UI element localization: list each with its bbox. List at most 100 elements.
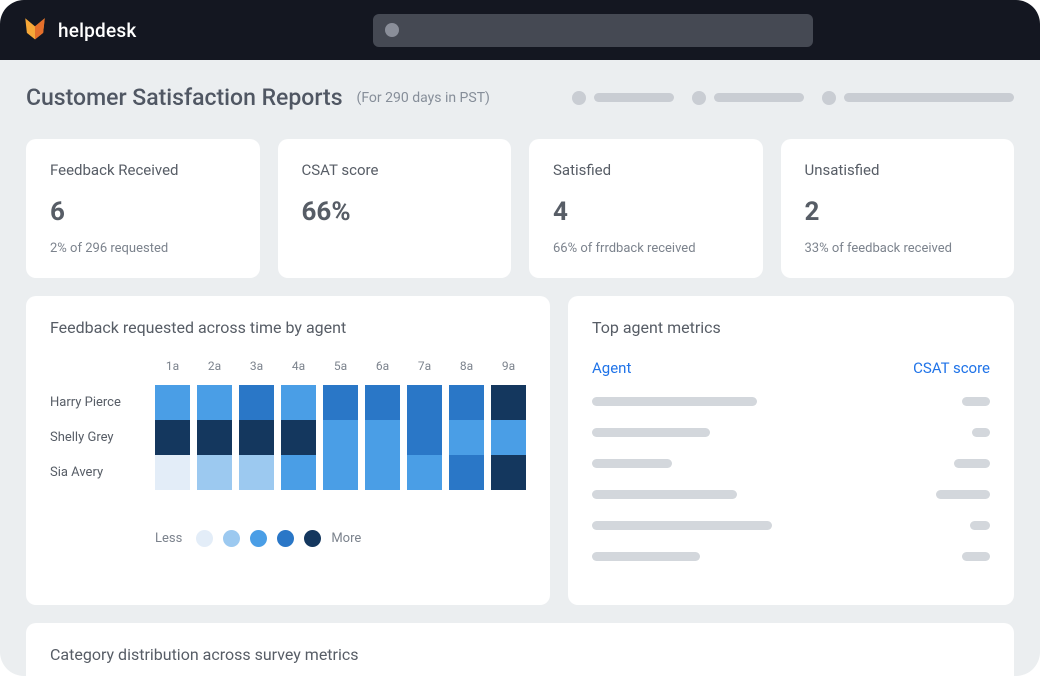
heatmap-col-label: 8a	[449, 359, 484, 373]
panel-title: Category distribution across survey metr…	[50, 645, 990, 664]
placeholder-bar	[714, 93, 804, 102]
heatmap-header: 1a2a3a4a5a6a7a8a9a	[155, 359, 526, 373]
heatmap-cell	[281, 420, 316, 455]
heatmap-row: Shelly Grey	[50, 420, 526, 455]
topbar: helpdesk	[0, 0, 1040, 60]
heatmap-cell	[155, 385, 190, 420]
kpi-card-csat-score: CSAT score 66%	[278, 139, 512, 278]
header-filters-placeholder	[572, 91, 1014, 105]
heatmap-cell	[281, 455, 316, 490]
heatmap-cell	[323, 420, 358, 455]
heatmap-cell	[365, 455, 400, 490]
agent-name-placeholder	[592, 459, 672, 468]
kpi-value: 6	[50, 197, 236, 227]
kpi-value: 4	[553, 197, 739, 227]
heatmap-cell	[491, 455, 526, 490]
kpi-title: CSAT score	[302, 161, 488, 179]
page-title: Customer Satisfaction Reports	[26, 84, 343, 111]
kpi-card-feedback-received: Feedback Received 6 2% of 296 requested	[26, 139, 260, 278]
heatmap-card: Feedback requested across time by agent …	[26, 296, 550, 605]
placeholder-bar	[594, 93, 674, 102]
kpi-title: Feedback Received	[50, 161, 236, 179]
panel-title: Top agent metrics	[592, 318, 990, 337]
heatmap-col-label: 2a	[197, 359, 232, 373]
heatmap-legend: Less More	[155, 530, 526, 547]
filter-item[interactable]	[822, 91, 1014, 105]
heatmap-cell	[239, 385, 274, 420]
heatmap-cell	[239, 455, 274, 490]
agent-score-placeholder	[970, 521, 990, 530]
column-csat-score[interactable]: CSAT score	[913, 359, 990, 377]
top-agent-row	[592, 552, 990, 561]
heatmap-col-label: 7a	[407, 359, 442, 373]
top-agents-card: Top agent metrics Agent CSAT score	[568, 296, 1014, 605]
panel-title: Feedback requested across time by agent	[50, 318, 526, 337]
kpi-title: Satisfied	[553, 161, 739, 179]
heatmap-cell	[239, 420, 274, 455]
kpi-sub: 2% of 296 requested	[50, 241, 236, 256]
heatmap-col-label: 5a	[323, 359, 358, 373]
top-agent-row	[592, 428, 990, 437]
heatmap-col-label: 9a	[491, 359, 526, 373]
heatmap-body: Harry Pierce Shelly Grey Sia Avery	[50, 385, 526, 490]
legend-dot	[223, 530, 240, 547]
top-agents-body	[592, 397, 990, 561]
heatmap-chart: 1a2a3a4a5a6a7a8a9a Harry PierceShelly Gr…	[50, 359, 526, 547]
heatmap-cell	[155, 455, 190, 490]
panels-row: Feedback requested across time by agent …	[26, 296, 1014, 605]
heatmap-row: Sia Avery	[50, 455, 526, 490]
legend-dot	[304, 530, 321, 547]
legend-dot	[196, 530, 213, 547]
fox-logo-icon	[22, 15, 48, 45]
app-shell: helpdesk Customer Satisfaction Reports (…	[0, 0, 1040, 676]
agent-name-placeholder	[592, 552, 700, 561]
legend-more: More	[331, 531, 361, 546]
heatmap-cell	[155, 420, 190, 455]
heatmap-cell	[491, 420, 526, 455]
search-icon	[385, 23, 399, 37]
legend-dot	[277, 530, 294, 547]
agent-score-placeholder	[954, 459, 990, 468]
brand[interactable]: helpdesk	[22, 15, 136, 45]
search-input[interactable]	[373, 14, 813, 47]
heatmap-cell	[281, 385, 316, 420]
agent-name-placeholder	[592, 428, 710, 437]
heatmap-cell	[365, 420, 400, 455]
legend-dot	[250, 530, 267, 547]
kpi-sub: 33% of feedback received	[805, 241, 991, 256]
page-content: Customer Satisfaction Reports (For 290 d…	[0, 60, 1040, 676]
placeholder-dot	[572, 91, 586, 105]
kpi-card-unsatisfied: Unsatisfied 2 33% of feedback received	[781, 139, 1015, 278]
placeholder-dot	[692, 91, 706, 105]
placeholder-dot	[822, 91, 836, 105]
heatmap-agent-label: Harry Pierce	[50, 395, 148, 410]
heatmap-col-label: 3a	[239, 359, 274, 373]
top-agent-row	[592, 521, 990, 530]
heatmap-row: Harry Pierce	[50, 385, 526, 420]
filter-item[interactable]	[572, 91, 674, 105]
heatmap-agent-label: Sia Avery	[50, 465, 148, 480]
agent-name-placeholder	[592, 490, 737, 499]
legend-less: Less	[155, 531, 182, 546]
heatmap-cell	[407, 455, 442, 490]
page-header: Customer Satisfaction Reports (For 290 d…	[26, 84, 1014, 111]
heatmap-cell	[197, 455, 232, 490]
kpi-value: 66%	[302, 197, 488, 227]
top-agent-row	[592, 490, 990, 499]
filter-item[interactable]	[692, 91, 804, 105]
heatmap-cell	[449, 385, 484, 420]
heatmap-cell	[407, 385, 442, 420]
agent-score-placeholder	[972, 428, 990, 437]
heatmap-cell	[323, 455, 358, 490]
kpi-title: Unsatisfied	[805, 161, 991, 179]
agent-name-placeholder	[592, 521, 772, 530]
kpi-value: 2	[805, 197, 991, 227]
heatmap-cell	[491, 385, 526, 420]
heatmap-cell	[407, 420, 442, 455]
top-agents-header: Agent CSAT score	[592, 359, 990, 377]
column-agent[interactable]: Agent	[592, 359, 631, 377]
top-agent-row	[592, 459, 990, 468]
heatmap-cell	[449, 455, 484, 490]
heatmap-col-label: 1a	[155, 359, 190, 373]
kpi-card-satisfied: Satisfied 4 66% of frrdback received	[529, 139, 763, 278]
